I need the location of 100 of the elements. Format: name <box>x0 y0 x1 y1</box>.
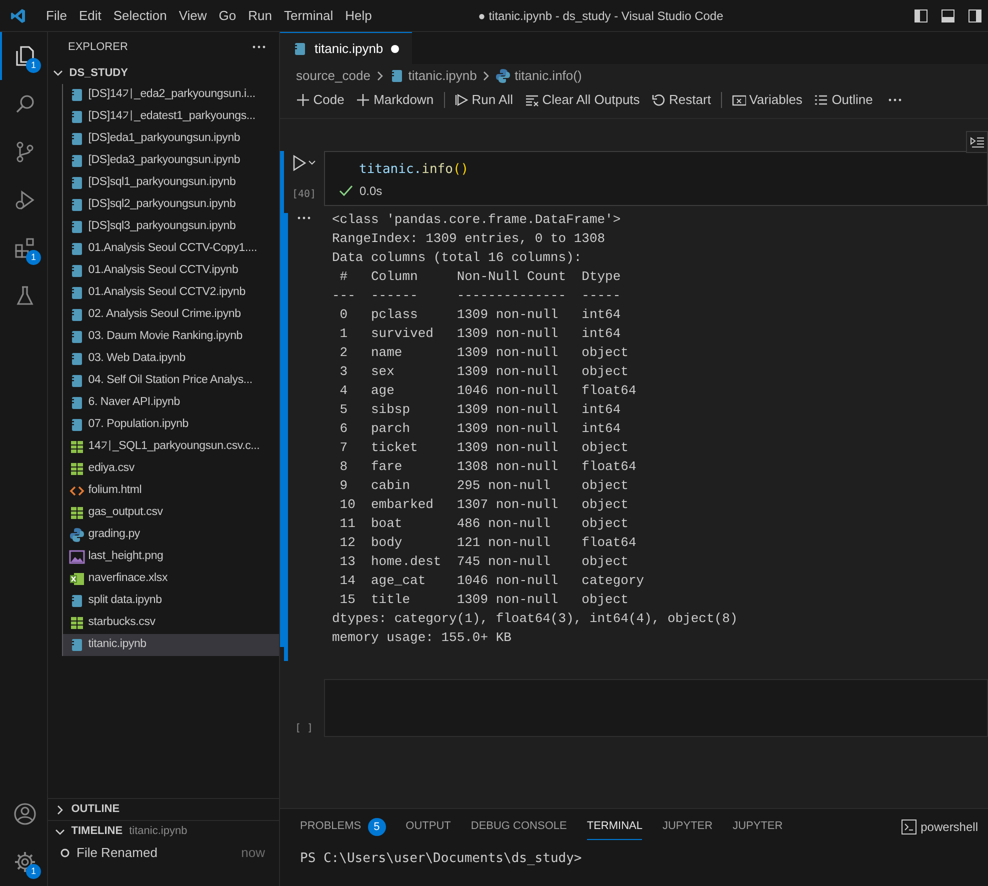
output-line: RangeIndex: 1309 entries, 0 to 1308 <box>332 230 606 248</box>
output-line: dtypes: category(1), float64(3), int64(4), object(8) <box>332 610 738 628</box>
run-debug-icon[interactable] <box>13 188 37 212</box>
sidebar-title: EXPLORER <box>68 40 128 55</box>
breadcrumb-item[interactable]: titanic.ipynb <box>408 66 477 86</box>
tree-item[interactable]: titanic.ipynb <box>62 634 279 656</box>
outline-toggle-icon[interactable] <box>966 131 988 153</box>
toolbar-button[interactable]: Restart <box>646 90 717 110</box>
panel-tab[interactable]: OUTPUT <box>406 814 451 840</box>
notebook-icon <box>69 307 85 323</box>
account-icon[interactable] <box>13 802 37 826</box>
tree-item[interactable]: [DS]14기_eda2_parkyoungsun.i... <box>62 84 279 106</box>
tree-item[interactable]: [DS]sql2_parkyoungsun.ipynb <box>62 194 279 216</box>
plus-icon <box>296 93 310 107</box>
tree-item[interactable]: naverfinace.xlsx <box>62 568 279 590</box>
files-icon[interactable] <box>13 44 37 68</box>
panel-tab[interactable]: TERMINAL <box>586 814 642 840</box>
panel-tab[interactable]: DEBUG CONSOLE <box>470 814 567 840</box>
tree-item[interactable]: 04. Self Oil Station Price Analys... <box>62 370 279 392</box>
toolbar-button[interactable]: Code <box>290 90 350 110</box>
menu-item[interactable]: Edit <box>72 6 108 26</box>
window-title: ● titanic.ipynb - ds_study - Visual Studio Code <box>477 8 724 24</box>
unsaved-dot-icon <box>390 44 400 54</box>
menu-item[interactable]: Go <box>212 6 242 26</box>
menu-item[interactable]: Help <box>339 6 378 26</box>
tree-item[interactable]: 02. Analysis Seoul Crime.ipynb <box>62 304 279 326</box>
tree-item[interactable]: 01.Analysis Seoul CCTV2.ipynb <box>62 282 279 304</box>
menu-item[interactable]: Terminal <box>278 6 340 26</box>
notebook-icon <box>69 241 85 257</box>
spreadsheet-icon <box>69 439 85 455</box>
secondary-sidebar-icon[interactable] <box>968 8 982 22</box>
notebook-icon <box>69 153 85 169</box>
terminal-profile[interactable]: powershell <box>901 818 978 836</box>
tree-item[interactable]: [DS]sql1_parkyoungsun.ipynb <box>62 172 279 194</box>
tree-item[interactable]: 03. Daum Movie Ranking.ipynb <box>62 326 279 348</box>
python-icon <box>69 527 85 543</box>
clear-outputs-icon <box>525 93 539 107</box>
panel-tab[interactable]: PROBLEMS 5 <box>300 814 386 840</box>
sidebar-toggle-icon[interactable] <box>914 8 928 22</box>
code-cell[interactable]: titanic.info() 0.0s <box>324 151 988 206</box>
folder-header[interactable]: DS_STUDY <box>48 62 279 84</box>
tree-item[interactable]: [DS]eda3_parkyoungsun.ipynb <box>62 150 279 172</box>
restart-icon <box>652 93 666 107</box>
tree-item[interactable]: split data.ipynb <box>62 590 279 612</box>
output-line: 0 pclass 1309 non-null int64 <box>338 306 622 324</box>
run-cell-icon[interactable] <box>291 155 307 171</box>
tree-item[interactable]: 6. Naver API.ipynb <box>62 392 279 414</box>
spreadsheet-icon <box>69 615 85 631</box>
settings-icon[interactable] <box>13 850 37 874</box>
notebook-icon <box>69 109 85 125</box>
section-header[interactable]: TIMELINE titanic.ipynb <box>48 820 279 842</box>
notebook-icon <box>69 351 85 367</box>
tree-item[interactable]: 03. Web Data.ipynb <box>62 348 279 370</box>
tree-item[interactable]: grading.py <box>62 524 279 546</box>
toolbar-button[interactable]: Variables <box>726 90 808 110</box>
notebook-icon <box>69 219 85 235</box>
tree-item[interactable]: [DS]14기_edatest1_parkyoungs... <box>62 106 279 128</box>
tree-item[interactable]: gas_output.csv <box>62 502 279 524</box>
tree-item[interactable]: 01.Analysis Seoul CCTV.ipynb <box>62 260 279 282</box>
tree-item[interactable]: folium.html <box>62 480 279 502</box>
tree-item[interactable]: 14기_SQL1_parkyoungsun.csv.c... <box>62 436 279 458</box>
output-line: 15 title 1309 non-null object <box>338 591 630 609</box>
folder-name: DS_STUDY <box>69 66 128 81</box>
menu-item[interactable]: Selection <box>107 6 173 26</box>
terminal-line: PS C:\Users\user\Documents\ds_study> <box>299 850 583 868</box>
panel-tab[interactable]: JUPYTER <box>662 814 713 840</box>
variables-icon <box>732 93 746 107</box>
panel-tab[interactable]: JUPYTER <box>732 814 783 840</box>
notification-badge: 1 <box>26 250 41 265</box>
editor-tab[interactable]: titanic.ipynb <box>280 32 412 64</box>
notebook-icon <box>69 175 85 191</box>
menu-item[interactable]: Run <box>242 6 278 26</box>
breadcrumb-item[interactable]: source_code <box>296 66 370 86</box>
tree-item[interactable]: last_height.png <box>62 546 279 568</box>
toolbar-button[interactable]: Clear All Outputs <box>519 90 646 110</box>
tree-item[interactable]: [DS]eda1_parkyoungsun.ipynb <box>62 128 279 150</box>
toolbar-button[interactable]: Outline <box>808 90 879 110</box>
menu-item[interactable]: File <box>40 6 73 26</box>
menu-item[interactable]: View <box>172 6 213 26</box>
section-header[interactable]: OUTLINE <box>48 798 279 820</box>
tree-item[interactable]: ediya.csv <box>62 458 279 480</box>
notification-badge: 1 <box>26 864 41 879</box>
toolbar-button[interactable]: Run All <box>448 90 519 110</box>
notebook-icon <box>69 329 85 345</box>
output-line: 10 embarked 1307 non-null object <box>338 496 630 514</box>
breadcrumb-item[interactable]: titanic.info() <box>514 66 582 86</box>
tree-item[interactable]: 01.Analysis Seoul CCTV-Copy1.... <box>62 238 279 260</box>
toolbar-button[interactable]: Markdown <box>350 90 440 110</box>
tree-item[interactable]: [DS]sql3_parkyoungsun.ipynb <box>62 216 279 238</box>
output-line: <class 'pandas.core.frame.DataFrame'> <box>332 211 622 229</box>
notebook-icon <box>69 263 85 279</box>
tree-item[interactable]: 07. Population.ipynb <box>62 414 279 436</box>
output-line: 12 body 121 non-null float64 <box>338 534 638 552</box>
output-line: memory usage: 155.0+ KB <box>332 629 512 647</box>
timeline-entry[interactable]: File Renamed now <box>48 842 279 864</box>
image-icon <box>69 549 85 565</box>
extensions-icon[interactable] <box>13 236 37 260</box>
panel-toggle-icon[interactable] <box>940 8 954 22</box>
notebook-icon <box>69 131 85 147</box>
checkmark-icon <box>339 184 353 198</box>
